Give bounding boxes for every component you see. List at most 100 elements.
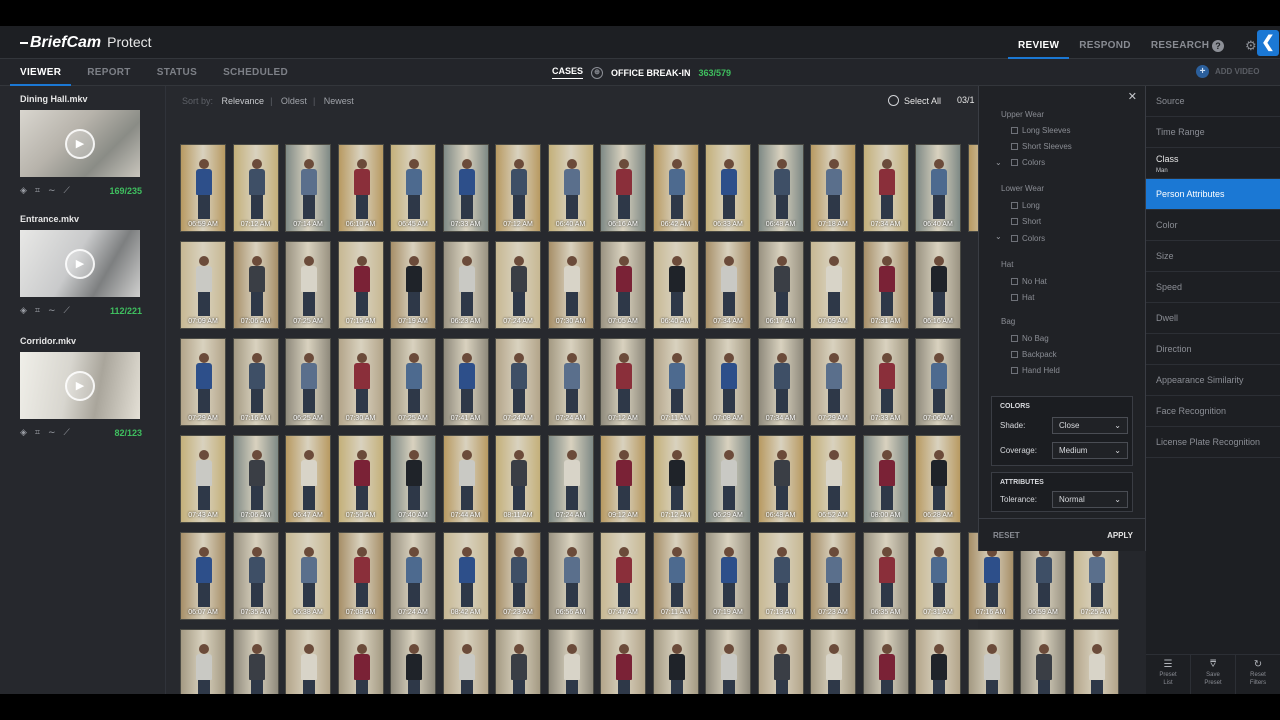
- result-thumbnail[interactable]: 07:06 AM: [232, 241, 279, 329]
- result-thumbnail[interactable]: 07:23 AM: [810, 532, 856, 620]
- result-thumbnail[interactable]: 07:29 AM: [810, 338, 856, 426]
- result-thumbnail[interactable]: [862, 629, 909, 694]
- option-upper-colors[interactable]: Colors: [1011, 158, 1045, 167]
- result-thumbnail[interactable]: 06:33 AM: [705, 144, 751, 232]
- path-icon[interactable]: ∼: [48, 185, 56, 196]
- result-thumbnail[interactable]: 06:28 AM: [915, 435, 961, 523]
- result-thumbnail[interactable]: 07:05 AM: [600, 241, 646, 329]
- checkbox[interactable]: [1011, 335, 1018, 342]
- result-thumbnail[interactable]: [547, 629, 594, 694]
- result-thumbnail[interactable]: 06:16 AM: [600, 144, 646, 232]
- result-thumbnail[interactable]: 07:34 AM: [862, 144, 909, 232]
- filter-size[interactable]: Size: [1146, 241, 1280, 272]
- result-thumbnail[interactable]: 07:12 AM: [495, 144, 541, 232]
- result-thumbnail[interactable]: 07:19 AM: [705, 532, 751, 620]
- play-icon[interactable]: ▶: [65, 129, 95, 159]
- result-thumbnail[interactable]: 07:24 AM: [547, 435, 594, 523]
- result-thumbnail[interactable]: 08:11 AM: [495, 435, 541, 523]
- option-no-bag[interactable]: No Bag: [1011, 334, 1049, 343]
- result-thumbnail[interactable]: 06:40 AM: [652, 241, 699, 329]
- select-all-radio[interactable]: [888, 95, 899, 106]
- stack-icon[interactable]: ◈: [20, 305, 27, 316]
- result-thumbnail[interactable]: 08:00 AM: [862, 435, 909, 523]
- play-icon[interactable]: ▶: [65, 249, 95, 279]
- line-icon[interactable]: ⟋: [64, 185, 70, 196]
- gear-icon[interactable]: ⚙: [1245, 38, 1257, 54]
- result-thumbnail[interactable]: [967, 629, 1014, 694]
- result-thumbnail[interactable]: 07:24 AM: [495, 338, 541, 426]
- result-thumbnail[interactable]: 06:56 AM: [547, 532, 594, 620]
- filter-face-recognition[interactable]: Face Recognition: [1146, 396, 1280, 427]
- result-thumbnail[interactable]: 07:06 AM: [915, 338, 961, 426]
- result-thumbnail[interactable]: 07:30 AM: [337, 338, 384, 426]
- result-thumbnail[interactable]: 07:33 AM: [862, 338, 909, 426]
- result-thumbnail[interactable]: 07:18 AM: [810, 144, 856, 232]
- result-thumbnail[interactable]: 07:12 AM: [652, 435, 699, 523]
- result-thumbnail[interactable]: 07:09 AM: [810, 241, 856, 329]
- result-thumbnail[interactable]: 07:24 AM: [547, 338, 594, 426]
- result-thumbnail[interactable]: 07:24 AM: [390, 532, 436, 620]
- line-icon[interactable]: ⟋: [64, 427, 70, 438]
- video-thumbnail[interactable]: ▶: [20, 352, 140, 419]
- result-thumbnail[interactable]: 07:44 AM: [442, 435, 489, 523]
- result-thumbnail[interactable]: 07:34 AM: [757, 338, 804, 426]
- sort-newest[interactable]: Newest: [324, 96, 354, 106]
- result-thumbnail[interactable]: 07:33 AM: [442, 144, 489, 232]
- region-icon[interactable]: ⌗: [35, 185, 40, 196]
- checkbox[interactable]: [1011, 127, 1018, 134]
- result-thumbnail[interactable]: 07:15 AM: [337, 241, 384, 329]
- filter-appearance-similarity[interactable]: Appearance Similarity: [1146, 365, 1280, 396]
- preset-list-button[interactable]: ☰ Preset List: [1146, 655, 1191, 694]
- result-thumbnail[interactable]: 06:23 AM: [442, 241, 489, 329]
- apply-button[interactable]: APPLY: [1107, 531, 1133, 540]
- region-icon[interactable]: ⌗: [35, 427, 40, 438]
- result-thumbnail[interactable]: 07:08 AM: [705, 338, 751, 426]
- result-thumbnail[interactable]: 06:59 AM: [180, 144, 226, 232]
- result-thumbnail[interactable]: 07:11 AM: [652, 338, 699, 426]
- result-thumbnail[interactable]: 07:24 AM: [495, 241, 541, 329]
- sort-relevance[interactable]: Relevance: [222, 96, 265, 106]
- play-icon[interactable]: ▶: [65, 371, 95, 401]
- checkbox[interactable]: [1011, 202, 1018, 209]
- result-thumbnail[interactable]: [652, 629, 699, 694]
- filter-class[interactable]: Class Man: [1146, 148, 1280, 179]
- result-thumbnail[interactable]: 07:16 AM: [232, 338, 279, 426]
- option-hand-held[interactable]: Hand Held: [1011, 366, 1060, 375]
- filter-person-attributes[interactable]: Person Attributes: [1146, 179, 1280, 210]
- filter-time-range[interactable]: Time Range: [1146, 117, 1280, 148]
- option-backpack[interactable]: Backpack: [1011, 350, 1057, 359]
- path-icon[interactable]: ∼: [48, 305, 56, 316]
- result-thumbnail[interactable]: 07:12 AM: [600, 338, 646, 426]
- result-thumbnail[interactable]: 07:06 AM: [232, 435, 279, 523]
- option-hat[interactable]: Hat: [1011, 293, 1034, 302]
- option-lower-colors[interactable]: Colors: [1011, 234, 1045, 243]
- filter-direction[interactable]: Direction: [1146, 334, 1280, 365]
- sort-oldest[interactable]: Oldest: [281, 96, 307, 106]
- result-thumbnail[interactable]: 07:11 AM: [652, 532, 699, 620]
- result-thumbnail[interactable]: 07:19 AM: [390, 241, 436, 329]
- tolerance-select[interactable]: Normal ⌄: [1052, 491, 1128, 508]
- result-thumbnail[interactable]: 07:29 AM: [180, 338, 226, 426]
- result-thumbnail[interactable]: 07:30 AM: [547, 241, 594, 329]
- tab-viewer[interactable]: VIEWER: [10, 59, 72, 86]
- checkbox[interactable]: [1011, 143, 1018, 150]
- filter-color[interactable]: Color: [1146, 210, 1280, 241]
- checkbox[interactable]: [1011, 367, 1018, 374]
- result-thumbnail[interactable]: 07:35 AM: [232, 532, 279, 620]
- result-thumbnail[interactable]: 06:45 AM: [390, 144, 436, 232]
- result-thumbnail[interactable]: [915, 629, 961, 694]
- result-thumbnail[interactable]: 06:40 AM: [547, 144, 594, 232]
- result-thumbnail[interactable]: 07:09 AM: [180, 241, 226, 329]
- tab-status[interactable]: STATUS: [157, 59, 197, 86]
- option-long[interactable]: Long: [1011, 201, 1040, 210]
- result-thumbnail[interactable]: 09:12 AM: [600, 435, 646, 523]
- stack-icon[interactable]: ◈: [20, 427, 27, 438]
- video-item[interactable]: Entrance.mkv ▶ ◈ ⌗ ∼ ⟋ 112/221: [20, 214, 142, 316]
- reset-filters-button[interactable]: ↻ Reset Filters: [1236, 655, 1280, 694]
- result-thumbnail[interactable]: [337, 629, 384, 694]
- collapse-panel-button[interactable]: ❮: [1257, 30, 1279, 56]
- result-thumbnail[interactable]: 07:08 AM: [337, 532, 384, 620]
- result-thumbnail[interactable]: 07:31 AM: [915, 532, 961, 620]
- result-thumbnail[interactable]: 06:40 AM: [915, 144, 961, 232]
- result-thumbnail[interactable]: [757, 629, 804, 694]
